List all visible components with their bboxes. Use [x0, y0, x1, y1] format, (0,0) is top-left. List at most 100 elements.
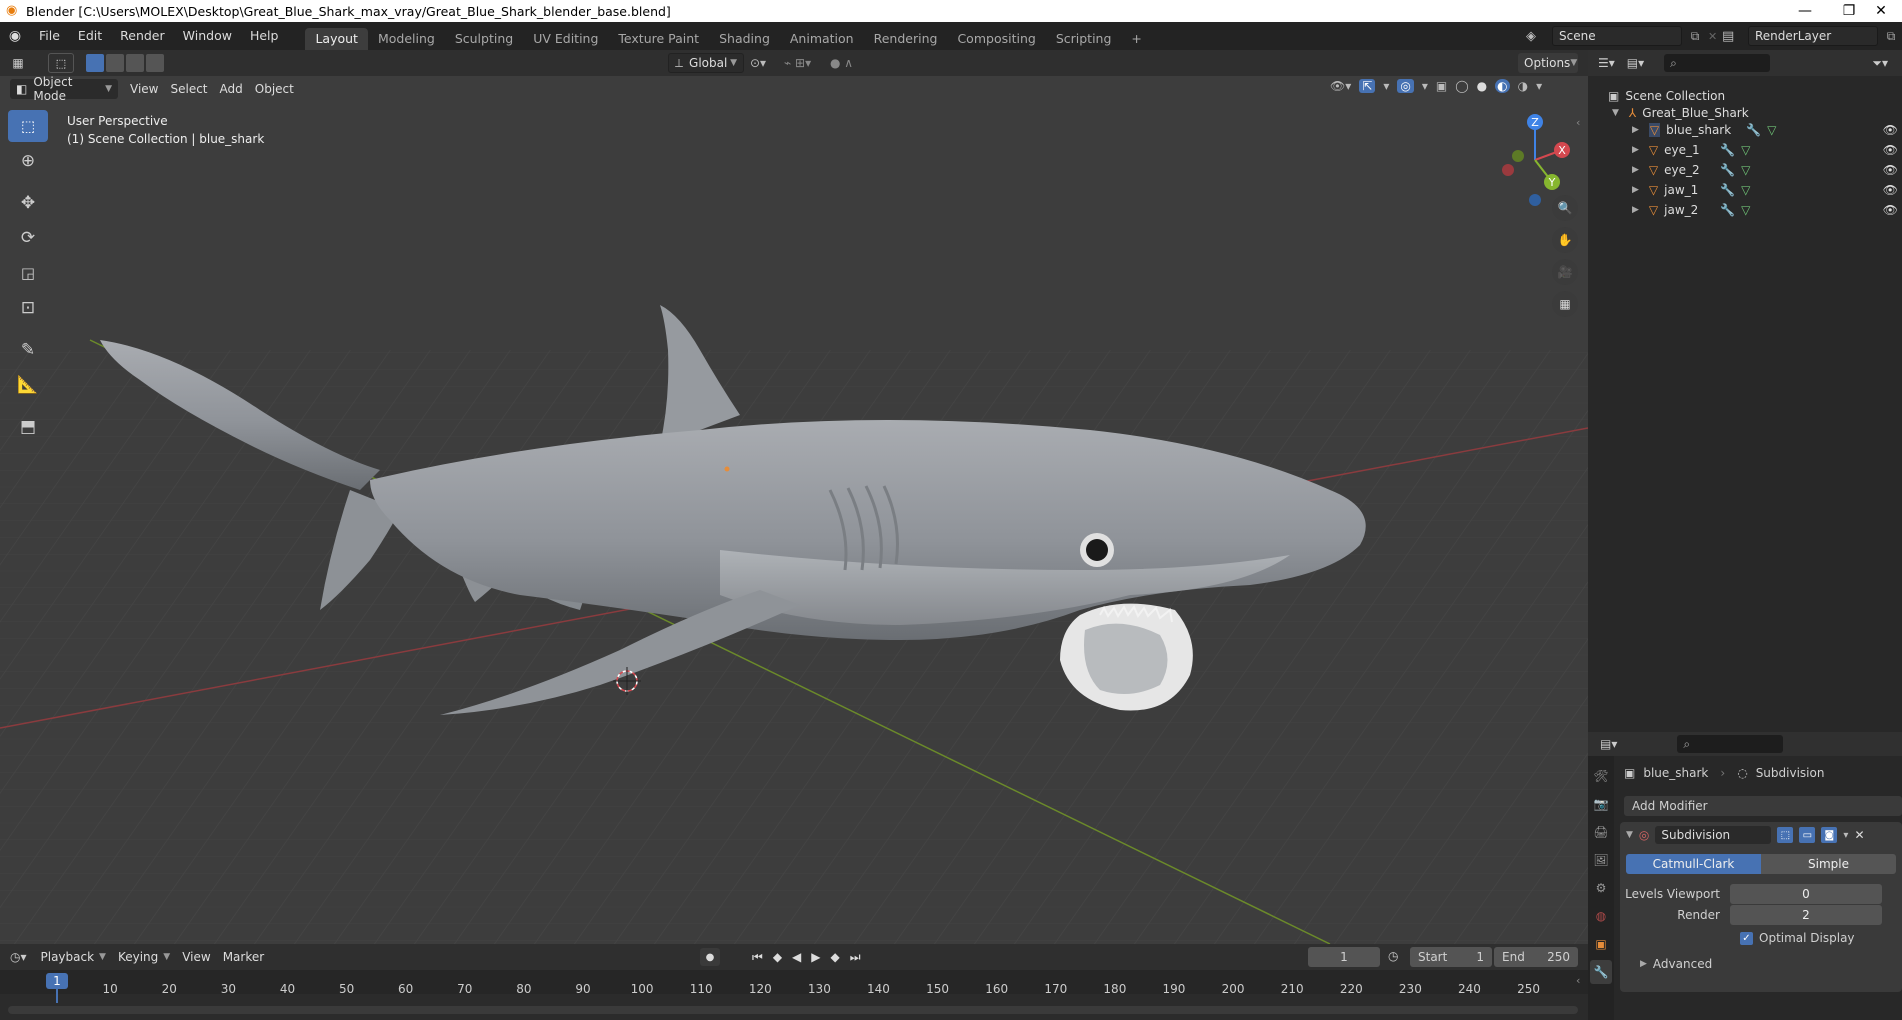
perspective-toggle-icon[interactable]: ▦: [1552, 291, 1578, 317]
properties-editor-icon[interactable]: ▤▾: [1600, 737, 1617, 751]
expand-arrow-icon[interactable]: ▶: [1632, 125, 1639, 135]
menu-edit[interactable]: Edit: [69, 22, 111, 50]
modifier-wrench-icon[interactable]: 🔧: [1720, 143, 1735, 157]
record-icon[interactable]: ●: [700, 948, 720, 966]
tab-rendering[interactable]: Rendering: [864, 28, 948, 50]
wireframe-shading-icon[interactable]: ◯: [1455, 79, 1468, 93]
options-dropdown[interactable]: Options ▼: [1518, 53, 1578, 73]
sidebar-toggle-icon[interactable]: ‹: [1576, 116, 1580, 129]
cursor-tool-icon[interactable]: ⊕: [8, 145, 48, 177]
visibility-icon[interactable]: 👁▾: [1330, 79, 1351, 93]
gizmo-toggle-icon[interactable]: ⇱: [1359, 79, 1376, 93]
render-tab-icon[interactable]: 📷: [1590, 792, 1612, 816]
visibility-eye-icon[interactable]: 👁: [1883, 163, 1898, 177]
end-frame-field[interactable]: End 250: [1494, 947, 1578, 967]
proportional-edit-icon[interactable]: ● ∧: [830, 56, 870, 70]
expand-arrow-icon[interactable]: ▼: [1612, 108, 1619, 118]
3d-viewport[interactable]: ▦ ⬚ ⟂ Global ▼ ⊙▾ ⌁ ⊞▾ ● ∧ Options ▼ ◧ O…: [0, 50, 1588, 944]
render-layer-field[interactable]: RenderLayer: [1748, 26, 1878, 46]
modifier-wrench-icon[interactable]: 🔧: [1746, 123, 1761, 137]
transform-tool-icon[interactable]: ⊡: [8, 292, 48, 324]
mesh-data-icon[interactable]: ▽: [1767, 123, 1776, 137]
tab-texture-paint[interactable]: Texture Paint: [608, 28, 709, 50]
select-subtract-icon[interactable]: [126, 54, 144, 72]
catmull-clark-tab[interactable]: Catmull-Clark: [1626, 854, 1761, 874]
expand-arrow-icon[interactable]: ▶: [1640, 959, 1647, 969]
modifier-tab-icon[interactable]: 🔧: [1590, 960, 1612, 984]
menu-marker[interactable]: Marker: [217, 947, 270, 967]
add-cube-tool-icon[interactable]: ⬒: [8, 411, 48, 443]
add-modifier-dropdown[interactable]: Add Modifier: [1624, 796, 1902, 816]
modifier-wrench-icon[interactable]: 🔧: [1720, 163, 1735, 177]
render-toggle-icon[interactable]: ◙: [1821, 827, 1838, 843]
menu-view[interactable]: View: [124, 79, 164, 99]
menu-help[interactable]: Help: [241, 22, 288, 50]
rendered-shading-icon[interactable]: ◑: [1518, 79, 1528, 93]
tab-scripting[interactable]: Scripting: [1046, 28, 1122, 50]
select-intersect-icon[interactable]: [146, 54, 164, 72]
outliner-object-jaw-1[interactable]: ▶ ▽ jaw_1 🔧 ▽ 👁: [1588, 180, 1902, 200]
mesh-data-icon[interactable]: ▽: [1741, 143, 1750, 157]
properties-search-input[interactable]: ⌕: [1677, 735, 1784, 753]
tool-tab-icon[interactable]: 🛠: [1590, 764, 1612, 788]
modifier-wrench-icon[interactable]: 🔧: [1720, 183, 1735, 197]
pivot-point-icon[interactable]: ⊙▾: [750, 56, 778, 70]
camera-view-icon[interactable]: 🎥: [1552, 259, 1578, 285]
scale-tool-icon[interactable]: ◲: [8, 257, 48, 289]
add-workspace-button[interactable]: +: [1121, 28, 1151, 50]
select-tool-icon[interactable]: ⬚: [8, 110, 48, 142]
collapse-arrow-icon[interactable]: ▼: [1626, 830, 1633, 840]
tab-layout[interactable]: Layout: [305, 28, 368, 50]
prev-keyframe-icon[interactable]: ◆: [773, 950, 782, 964]
tab-animation[interactable]: Animation: [780, 28, 864, 50]
outliner-search-input[interactable]: ⌕: [1664, 54, 1771, 72]
visibility-eye-icon[interactable]: 👁: [1883, 143, 1898, 157]
mesh-data-icon[interactable]: ▽: [1741, 163, 1750, 177]
filter-icon[interactable]: ⏷▾: [1872, 56, 1888, 71]
new-layer-icon[interactable]: ⧉: [1882, 29, 1900, 44]
tab-compositing[interactable]: Compositing: [947, 28, 1045, 50]
outliner-object-eye-2[interactable]: ▶ ▽ eye_2 🔧 ▽ 👁: [1588, 160, 1902, 180]
modifier-wrench-icon[interactable]: 🔧: [1720, 203, 1735, 217]
output-tab-icon[interactable]: 🖨: [1590, 820, 1612, 844]
scene-field[interactable]: Scene: [1552, 26, 1682, 46]
menu-render[interactable]: Render: [111, 22, 174, 50]
jump-end-icon[interactable]: ⏭: [850, 950, 861, 965]
outliner-object-jaw-2[interactable]: ▶ ▽ jaw_2 🔧 ▽ 👁: [1588, 200, 1902, 220]
outliner-object-blue-shark[interactable]: ▶ ▽ blue_shark 🔧 ▽ 👁: [1588, 120, 1902, 140]
menu-playback[interactable]: Playback ▼: [35, 947, 112, 967]
xray-icon[interactable]: ▣: [1436, 79, 1447, 93]
editor-type-icon[interactable]: ▦: [0, 56, 36, 70]
visibility-eye-icon[interactable]: 👁: [1883, 203, 1898, 217]
zoom-icon[interactable]: 🔍: [1552, 195, 1578, 221]
transform-orientation-dropdown[interactable]: ⟂ Global ▼: [668, 53, 744, 73]
editmode-toggle-icon[interactable]: ⬚: [1777, 827, 1794, 843]
select-extend-icon[interactable]: [106, 54, 124, 72]
view-layer-tab-icon[interactable]: 🖼: [1590, 848, 1612, 872]
new-scene-icon[interactable]: ⧉: [1686, 29, 1704, 44]
menu-timeline-view[interactable]: View: [176, 947, 216, 967]
tab-modeling[interactable]: Modeling: [368, 28, 445, 50]
menu-window[interactable]: Window: [174, 22, 241, 50]
snap-icon[interactable]: ⌁ ⊞▾: [784, 56, 824, 70]
menu-add[interactable]: Add: [214, 79, 249, 99]
start-frame-field[interactable]: Start 1: [1410, 947, 1492, 967]
object-mode-dropdown[interactable]: ◧ Object Mode ▼: [10, 75, 118, 103]
tab-shading[interactable]: Shading: [709, 28, 780, 50]
next-keyframe-icon[interactable]: ◆: [831, 950, 840, 964]
overlays-toggle-icon[interactable]: ◎: [1397, 79, 1414, 93]
chevron-down-icon[interactable]: ▾: [1843, 830, 1848, 841]
outliner-editor-icon[interactable]: ☰▾: [1598, 56, 1615, 70]
expand-arrow-icon[interactable]: ▶: [1632, 185, 1639, 195]
expand-arrow-icon[interactable]: ▶: [1632, 205, 1639, 215]
play-icon[interactable]: ▶: [811, 950, 820, 964]
advanced-subpanel[interactable]: ▶ Advanced: [1620, 957, 1902, 971]
expand-arrow-icon[interactable]: ▶: [1632, 165, 1639, 175]
scene-icon[interactable]: ◈: [1526, 29, 1548, 44]
optimal-display-checkbox[interactable]: ✓: [1740, 931, 1753, 945]
visibility-eye-icon[interactable]: 👁: [1883, 123, 1898, 137]
material-shading-icon[interactable]: ◐: [1495, 79, 1510, 93]
preview-range-icon[interactable]: ◷: [1388, 949, 1398, 963]
tab-sculpting[interactable]: Sculpting: [445, 28, 523, 50]
visibility-eye-icon[interactable]: 👁: [1883, 183, 1898, 197]
